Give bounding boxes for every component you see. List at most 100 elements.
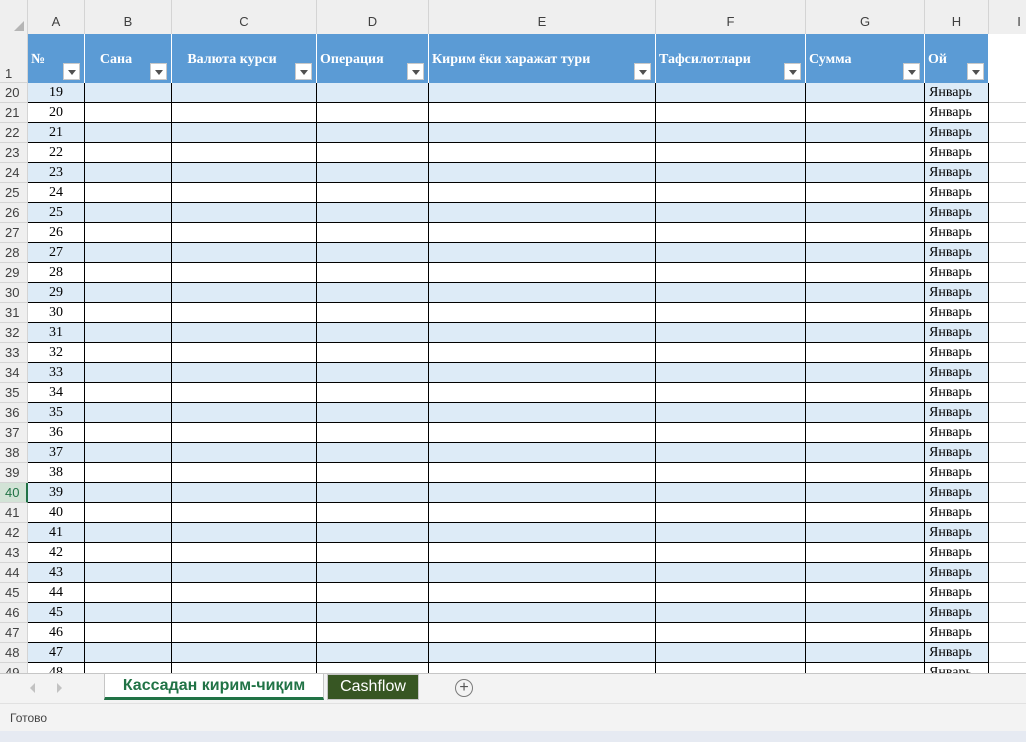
cell-amount[interactable]: [806, 323, 925, 343]
cell-number[interactable]: 22: [28, 143, 85, 163]
cell-date[interactable]: [85, 143, 172, 163]
cell-type[interactable]: [429, 443, 656, 463]
cell-empty[interactable]: [989, 383, 1026, 403]
cell-number[interactable]: 34: [28, 383, 85, 403]
cell-amount[interactable]: [806, 463, 925, 483]
cell-rate[interactable]: [172, 83, 317, 103]
cell-date[interactable]: [85, 443, 172, 463]
cell-empty[interactable]: [989, 463, 1026, 483]
cell-type[interactable]: [429, 203, 656, 223]
cell-operation[interactable]: [317, 203, 429, 223]
cell-empty[interactable]: [989, 183, 1026, 203]
row-header[interactable]: 43: [0, 543, 28, 563]
cell-rate[interactable]: [172, 403, 317, 423]
cell-month[interactable]: Январь: [925, 343, 989, 363]
row-header[interactable]: 25: [0, 183, 28, 203]
cell-details[interactable]: [656, 543, 806, 563]
cell-date[interactable]: [85, 483, 172, 503]
row-header[interactable]: 45: [0, 583, 28, 603]
cell-amount[interactable]: [806, 363, 925, 383]
cell-number[interactable]: 30: [28, 303, 85, 323]
cell-operation[interactable]: [317, 523, 429, 543]
cell-date[interactable]: [85, 343, 172, 363]
cell-month[interactable]: Январь: [925, 363, 989, 383]
cell-type[interactable]: [429, 143, 656, 163]
cell-operation[interactable]: [317, 83, 429, 103]
cell-type[interactable]: [429, 503, 656, 523]
cell-month[interactable]: Январь: [925, 603, 989, 623]
cell-month[interactable]: Январь: [925, 143, 989, 163]
data-grid[interactable]: 20 19 Январь 21 20 Январь 22 21 Январь 23 22 Январь…: [0, 83, 1026, 673]
cell-date[interactable]: [85, 283, 172, 303]
cell-rate[interactable]: [172, 643, 317, 663]
cell-type[interactable]: [429, 543, 656, 563]
cell-amount[interactable]: [806, 303, 925, 323]
cell-date[interactable]: [85, 263, 172, 283]
cell-empty[interactable]: [989, 623, 1026, 643]
scroll-tabs-left-icon[interactable]: [30, 683, 35, 693]
cell-rate[interactable]: [172, 443, 317, 463]
cell-date[interactable]: [85, 623, 172, 643]
cell-details[interactable]: [656, 523, 806, 543]
cell-month[interactable]: Январь: [925, 583, 989, 603]
cell-type[interactable]: [429, 343, 656, 363]
cell-rate[interactable]: [172, 563, 317, 583]
row-header[interactable]: 23: [0, 143, 28, 163]
cell-type[interactable]: [429, 263, 656, 283]
cell-operation[interactable]: [317, 583, 429, 603]
table-header-operation[interactable]: Операция: [317, 34, 429, 83]
cell-month[interactable]: Январь: [925, 303, 989, 323]
row-header[interactable]: 40: [0, 483, 28, 503]
table-header-amount[interactable]: Сумма: [806, 34, 925, 83]
cell-date[interactable]: [85, 643, 172, 663]
cell-operation[interactable]: [317, 403, 429, 423]
cell-empty[interactable]: [989, 343, 1026, 363]
cell-operation[interactable]: [317, 483, 429, 503]
cell-month[interactable]: Январь: [925, 643, 989, 663]
cell-empty[interactable]: [989, 263, 1026, 283]
filter-dropdown-icon[interactable]: [63, 63, 80, 80]
cell-month[interactable]: Январь: [925, 403, 989, 423]
cell-type[interactable]: [429, 663, 656, 673]
cell-month[interactable]: Январь: [925, 443, 989, 463]
cell-number[interactable]: 43: [28, 563, 85, 583]
cell-empty[interactable]: [989, 483, 1026, 503]
cell-date[interactable]: [85, 403, 172, 423]
column-header-g[interactable]: G: [806, 0, 925, 34]
cell-number[interactable]: 48: [28, 663, 85, 673]
cell-date[interactable]: [85, 543, 172, 563]
column-header-a[interactable]: A: [28, 0, 85, 34]
cell-details[interactable]: [656, 83, 806, 103]
cell-amount[interactable]: [806, 483, 925, 503]
row-header[interactable]: 28: [0, 243, 28, 263]
cell-number[interactable]: 32: [28, 343, 85, 363]
row-header[interactable]: 35: [0, 383, 28, 403]
cell-amount[interactable]: [806, 583, 925, 603]
cell-date[interactable]: [85, 203, 172, 223]
cell-details[interactable]: [656, 263, 806, 283]
cell-amount[interactable]: [806, 603, 925, 623]
cell-empty[interactable]: [989, 603, 1026, 623]
cell-type[interactable]: [429, 283, 656, 303]
cell-amount[interactable]: [806, 263, 925, 283]
cell-details[interactable]: [656, 143, 806, 163]
cell-operation[interactable]: [317, 223, 429, 243]
cell-operation[interactable]: [317, 643, 429, 663]
cell-type[interactable]: [429, 243, 656, 263]
cell-amount[interactable]: [806, 103, 925, 123]
cell-type[interactable]: [429, 163, 656, 183]
cell-empty[interactable]: [989, 223, 1026, 243]
cell-number[interactable]: 41: [28, 523, 85, 543]
cell-details[interactable]: [656, 323, 806, 343]
cell-rate[interactable]: [172, 183, 317, 203]
cell-month[interactable]: Январь: [925, 563, 989, 583]
cell-type[interactable]: [429, 383, 656, 403]
cell-empty[interactable]: [989, 443, 1026, 463]
row-header[interactable]: 32: [0, 323, 28, 343]
cell-amount[interactable]: [806, 523, 925, 543]
cell-rate[interactable]: [172, 103, 317, 123]
cell-details[interactable]: [656, 363, 806, 383]
cell-operation[interactable]: [317, 363, 429, 383]
cell-operation[interactable]: [317, 183, 429, 203]
cell-operation[interactable]: [317, 103, 429, 123]
